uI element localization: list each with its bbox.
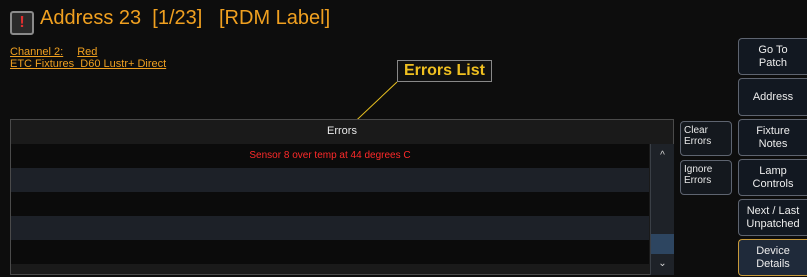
device-details-label-2: Details: [756, 257, 790, 270]
ignore-errors-label-1: Ignore: [684, 164, 713, 175]
go-to-patch-button[interactable]: Go To Patch: [738, 38, 807, 75]
error-row[interactable]: [11, 168, 649, 192]
fixture-line[interactable]: ETC Fixtures D60 Lustr+ Direct: [10, 58, 166, 70]
channel-label: Channel 2:: [10, 46, 64, 58]
errors-scrollbar[interactable]: ^ ⌄: [650, 144, 674, 275]
go-to-patch-label-1: Go To: [758, 43, 788, 56]
ignore-errors-label-2: Errors: [684, 175, 712, 186]
page-title: Address 23 [1/23] [RDM Label]: [40, 7, 331, 29]
errors-header: Errors: [327, 125, 357, 137]
channel-value: Red: [77, 46, 98, 58]
scroll-thumb[interactable]: [651, 234, 674, 254]
next-last-unpatched-button[interactable]: Next / Last Unpatched: [738, 199, 807, 236]
ignore-errors-button[interactable]: Ignore Errors: [680, 160, 732, 195]
error-row[interactable]: [11, 216, 649, 240]
alert-glyph: !: [19, 14, 25, 31]
fixture-notes-button[interactable]: Fixture Notes: [738, 119, 807, 156]
clear-errors-button[interactable]: Clear Errors: [680, 121, 732, 156]
next-last-label-2: Unpatched: [746, 217, 800, 230]
go-to-patch-label-2: Patch: [758, 56, 788, 69]
error-row[interactable]: Sensor 8 over temp at 44 degrees C: [11, 144, 649, 168]
address-label: Address: [752, 90, 794, 103]
scroll-up-icon[interactable]: ^: [651, 146, 674, 166]
alert-icon[interactable]: !: [10, 11, 34, 35]
clear-errors-label-2: Errors: [684, 136, 712, 147]
address-button[interactable]: Address: [738, 78, 807, 116]
fixture-notes-label-2: Notes: [758, 137, 788, 150]
scroll-down-icon[interactable]: ⌄: [651, 254, 674, 274]
lamp-controls-button[interactable]: Lamp Controls: [738, 159, 807, 196]
device-details-label-1: Device: [756, 244, 790, 257]
channel-line[interactable]: Channel 2: Red: [10, 46, 97, 58]
lamp-controls-label-1: Lamp: [759, 164, 787, 177]
errors-list: Errors Sensor 8 over temp at 44 degrees …: [10, 119, 674, 275]
next-last-label-1: Next / Last: [746, 204, 800, 217]
error-row[interactable]: [11, 192, 649, 216]
fixture-notes-label-1: Fixture: [756, 124, 790, 137]
errors-list-callout: Errors List: [397, 60, 492, 82]
clear-errors-label-1: Clear: [684, 125, 708, 136]
device-details-button[interactable]: Device Details: [738, 239, 807, 276]
error-row[interactable]: [11, 240, 649, 264]
lamp-controls-label-2: Controls: [752, 177, 794, 190]
